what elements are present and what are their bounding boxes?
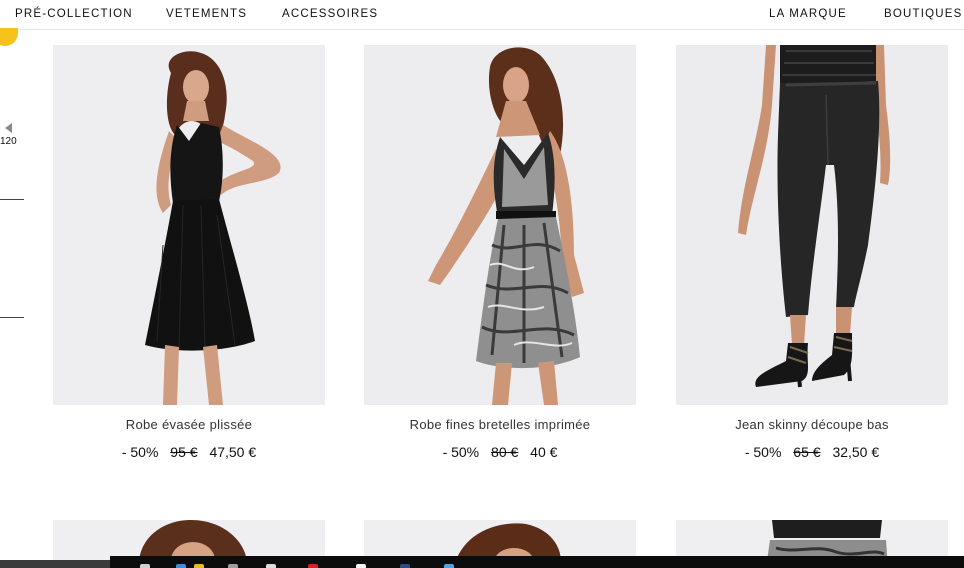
product-name[interactable]: Robe évasée plissée (53, 417, 325, 432)
product-card[interactable]: Robe fines bretelles imprimée - 50% 80 €… (364, 45, 636, 460)
product-count: 120 (0, 136, 17, 147)
app-icon[interactable] (356, 564, 366, 568)
discount-label: - 50% (744, 444, 782, 460)
sale-price: 47,50 € (209, 444, 257, 460)
product-image[interactable] (53, 45, 325, 405)
badge-icon[interactable] (0, 28, 18, 46)
app-icon[interactable] (266, 564, 276, 568)
product-price: - 50% 65 € 32,50 € (676, 444, 948, 460)
filter-sidebar: 120 (0, 28, 30, 360)
folder-icon[interactable] (194, 564, 204, 568)
old-price: 95 € (170, 444, 198, 460)
product-image[interactable] (676, 45, 948, 405)
product-photo-black-dress (53, 45, 325, 405)
divider (0, 317, 24, 318)
old-price: 80 € (491, 444, 519, 460)
nav-item-la-marque[interactable]: LA MARQUE (769, 8, 847, 20)
taskbar-search-area[interactable] (0, 560, 110, 568)
app-icon[interactable] (308, 564, 318, 568)
product-photo-skinny-jeans (676, 45, 948, 405)
app-icon[interactable] (228, 564, 238, 568)
product-price: - 50% 80 € 40 € (364, 444, 636, 460)
discount-label: - 50% (442, 444, 480, 460)
product-name[interactable]: Robe fines bretelles imprimée (364, 417, 636, 432)
product-price: - 50% 95 € 47,50 € (53, 444, 325, 460)
app-icon[interactable] (400, 564, 410, 568)
discount-label: - 50% (121, 444, 159, 460)
sale-price: 32,50 € (832, 444, 880, 460)
search-icon[interactable] (140, 564, 150, 568)
nav-item-accessoires[interactable]: ACCESSOIRES (282, 8, 378, 20)
divider (0, 199, 24, 200)
nav-item-pre-collection[interactable]: PRÉ-COLLECTION (15, 8, 133, 20)
browser-icon[interactable] (176, 564, 186, 568)
product-image[interactable] (364, 45, 636, 405)
product-card[interactable]: Robe évasée plissée - 50% 95 € 47,50 € (53, 45, 325, 460)
nav-item-vetements[interactable]: VETEMENTS (166, 8, 247, 20)
old-price: 65 € (793, 444, 821, 460)
browser-icon[interactable] (444, 564, 454, 568)
product-card[interactable]: Jean skinny découpe bas - 50% 65 € 32,50… (676, 45, 948, 460)
sale-price: 40 € (530, 444, 558, 460)
product-photo-printed-dress (364, 45, 636, 405)
nav-item-boutiques[interactable]: BOUTIQUES (884, 8, 963, 20)
top-navigation: PRÉ-COLLECTION VETEMENTS ACCESSOIRES LA … (0, 0, 964, 30)
taskbar (110, 556, 964, 568)
chevron-left-icon[interactable] (5, 123, 12, 133)
product-name[interactable]: Jean skinny découpe bas (676, 417, 948, 432)
